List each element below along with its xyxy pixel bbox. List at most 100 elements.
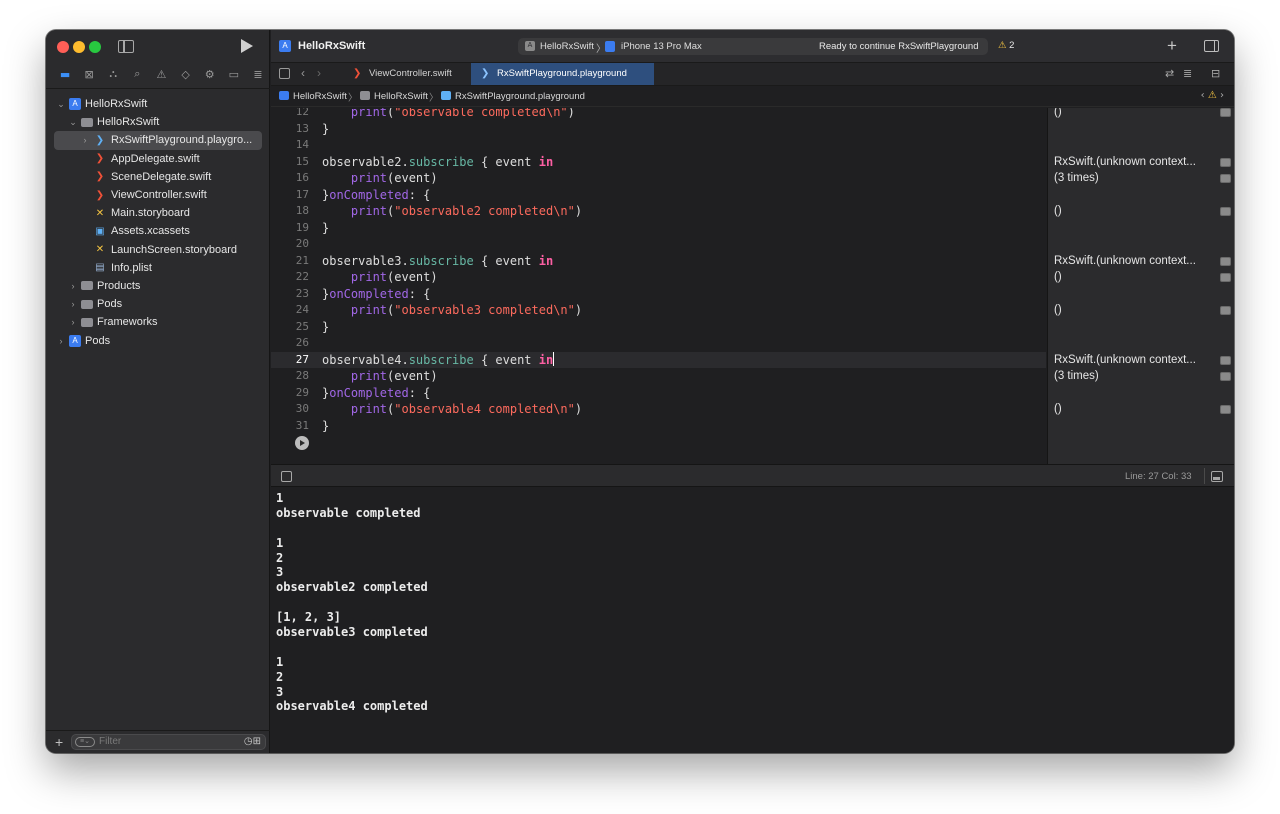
add-file-button[interactable]: +	[55, 734, 63, 750]
debug-icon[interactable]: ⚙	[198, 68, 222, 81]
run-destination[interactable]: iPhone 13 Pro Max	[621, 41, 702, 52]
result-row[interactable]: (3 times)	[1048, 170, 1234, 187]
inspector-toggle-icon[interactable]	[1204, 40, 1219, 52]
chevron-right-icon[interactable]: ›	[317, 66, 321, 80]
minimize-window-button[interactable]	[73, 41, 85, 53]
run-button[interactable]	[241, 39, 253, 53]
sidebar-item-rxswiftplayground-playgro[interactable]: › ❯ RxSwiftPlayground.playgro...	[54, 131, 262, 150]
chevron-down-icon[interactable]: ⌄	[68, 117, 78, 128]
sidebar-item-hellorxswift[interactable]: ⌄ A HelloRxSwift	[46, 95, 270, 113]
chevron-right-icon[interactable]: ›	[56, 336, 66, 346]
warning-badge[interactable]: ⚠ 2	[998, 40, 1014, 51]
line-number[interactable]: 24	[271, 302, 309, 319]
sidebar-item-pods[interactable]: › Pods	[46, 295, 270, 313]
chevron-right-icon[interactable]: ›	[68, 299, 78, 309]
sidebar-item-scenedelegate-swift[interactable]: ❯ SceneDelegate.swift	[46, 168, 270, 186]
show-result-icon[interactable]	[1220, 372, 1231, 381]
code-line[interactable]: 18 print("observable2 completed\n")	[271, 203, 1046, 220]
library-add-button[interactable]: +	[1167, 36, 1177, 56]
code-line[interactable]: 15 observable2.subscribe { event in	[271, 154, 1046, 171]
filter-options-icon[interactable]: ≡⌄	[75, 737, 95, 747]
line-number[interactable]: 22	[271, 269, 309, 286]
recent-files-icon[interactable]: ◷⊞	[244, 736, 261, 747]
breadcrumb-file[interactable]: RxSwiftPlayground.playground	[441, 91, 585, 102]
code-editor[interactable]: 12 print("observable completed\n") 13} 14 1…	[271, 108, 1046, 464]
show-result-icon[interactable]	[1220, 108, 1231, 117]
sidebar-item-main-storyboard[interactable]: ✕ Main.storyboard	[46, 204, 270, 222]
line-number[interactable]: 21	[271, 253, 309, 270]
code-line[interactable]: 30 print("observable4 completed\n")	[271, 401, 1046, 418]
show-result-icon[interactable]	[1220, 174, 1231, 183]
result-row[interactable]: ()	[1048, 401, 1234, 418]
result-row[interactable]: RxSwift.(unknown context...	[1048, 154, 1234, 171]
issue-icon[interactable]: ⚠	[149, 68, 173, 81]
sidebar-item-pods[interactable]: › A Pods	[46, 331, 270, 349]
editor-options-icon[interactable]: ≣	[1183, 67, 1192, 80]
result-row[interactable]: ()	[1048, 269, 1234, 286]
sidebar-item-appdelegate-swift[interactable]: ❯ AppDelegate.swift	[46, 150, 270, 168]
code-line[interactable]: 26	[271, 335, 1046, 352]
show-result-icon[interactable]	[1220, 273, 1231, 282]
line-number[interactable]: 28	[271, 368, 309, 385]
code-line[interactable]: 16 print(event)	[271, 170, 1046, 187]
sidebar-item-hellorxswift[interactable]: ⌄ HelloRxSwift	[46, 113, 270, 131]
zoom-window-button[interactable]	[89, 41, 101, 53]
refresh-icon[interactable]: ⇄	[1165, 67, 1174, 80]
breadcrumb-folder[interactable]: HelloRxSwift	[360, 91, 428, 102]
line-number[interactable]: 25	[271, 319, 309, 336]
code-line[interactable]: 29}onCompleted: {	[271, 385, 1046, 402]
code-line[interactable]: 14	[271, 137, 1046, 154]
test-icon[interactable]: ◇	[174, 68, 198, 81]
sidebar-item-products[interactable]: › Products	[46, 277, 270, 295]
result-row[interactable]: ()	[1048, 203, 1234, 220]
code-line[interactable]: 25}	[271, 319, 1046, 336]
run-playground-button[interactable]	[295, 436, 309, 450]
chevron-down-icon[interactable]: ⌄	[56, 99, 66, 110]
line-number[interactable]: 31	[271, 418, 309, 435]
scheme-name[interactable]: HelloRxSwift	[540, 41, 594, 52]
show-result-icon[interactable]	[1220, 405, 1231, 414]
code-line[interactable]: 27 observable4.subscribe { event in	[271, 351, 1046, 368]
line-number[interactable]: 19	[271, 220, 309, 237]
sidebar-item-assets-xcassets[interactable]: ▣ Assets.xcassets	[46, 222, 270, 240]
line-number[interactable]: 23	[271, 286, 309, 303]
line-number[interactable]: 30	[271, 401, 309, 418]
close-window-button[interactable]	[57, 41, 69, 53]
line-number[interactable]: 16	[271, 170, 309, 187]
code-line[interactable]: 12 print("observable completed\n")	[271, 108, 1046, 121]
code-line[interactable]: 22 print(event)	[271, 269, 1046, 286]
chevron-right-icon[interactable]: ›	[80, 135, 90, 145]
find-icon[interactable]: ⌕	[125, 67, 149, 81]
line-number[interactable]: 29	[271, 385, 309, 402]
show-result-icon[interactable]	[1220, 256, 1231, 266]
sidebar-toggle-icon[interactable]	[118, 40, 134, 53]
report-icon[interactable]: ≣	[246, 68, 270, 81]
tab-viewcontroller[interactable]: ❯ ViewController.swift	[343, 63, 471, 85]
console-output[interactable]: 1 observable completed 1 2 3 observable2 comp…	[271, 488, 1234, 753]
code-line[interactable]: 23}onCompleted: {	[271, 286, 1046, 303]
code-line[interactable]: 20	[271, 236, 1046, 253]
console-panel-icon[interactable]	[1211, 471, 1223, 482]
split-editor-icon[interactable]: ⊟	[1211, 67, 1220, 80]
hide-debug-area-icon[interactable]	[281, 471, 292, 482]
breadcrumb-project[interactable]: HelloRxSwift	[279, 91, 347, 102]
chevron-right-icon[interactable]: ›	[68, 317, 78, 327]
sidebar-item-launchscreen-storyboard[interactable]: ✕ LaunchScreen.storyboard	[46, 241, 270, 259]
filter-field[interactable]: ≡⌄ Filter ◷⊞	[71, 734, 266, 750]
tab-playground[interactable]: ❯ RxSwiftPlayground.playground	[471, 63, 654, 85]
sidebar-item-frameworks[interactable]: › Frameworks	[46, 313, 270, 331]
folder-icon[interactable]: ▬	[53, 68, 77, 81]
source-control-icon[interactable]: ⊠	[77, 68, 101, 81]
related-items-icon[interactable]	[279, 68, 290, 79]
code-line[interactable]: 24 print("observable3 completed\n")	[271, 302, 1046, 319]
line-number[interactable]: 12	[271, 108, 309, 121]
line-number[interactable]: 15	[271, 154, 309, 171]
sidebar-item-viewcontroller-swift[interactable]: ❯ ViewController.swift	[46, 186, 270, 204]
result-row[interactable]: RxSwift.(unknown context...	[1048, 352, 1234, 369]
result-row[interactable]: ()	[1048, 302, 1234, 319]
code-line[interactable]: 21 observable3.subscribe { event in	[271, 253, 1046, 270]
result-row[interactable]: ()	[1048, 108, 1234, 121]
chevron-left-icon[interactable]: ‹	[301, 66, 305, 80]
code-line[interactable]: 28 print(event)	[271, 368, 1046, 385]
code-line[interactable]: 13}	[271, 121, 1046, 138]
